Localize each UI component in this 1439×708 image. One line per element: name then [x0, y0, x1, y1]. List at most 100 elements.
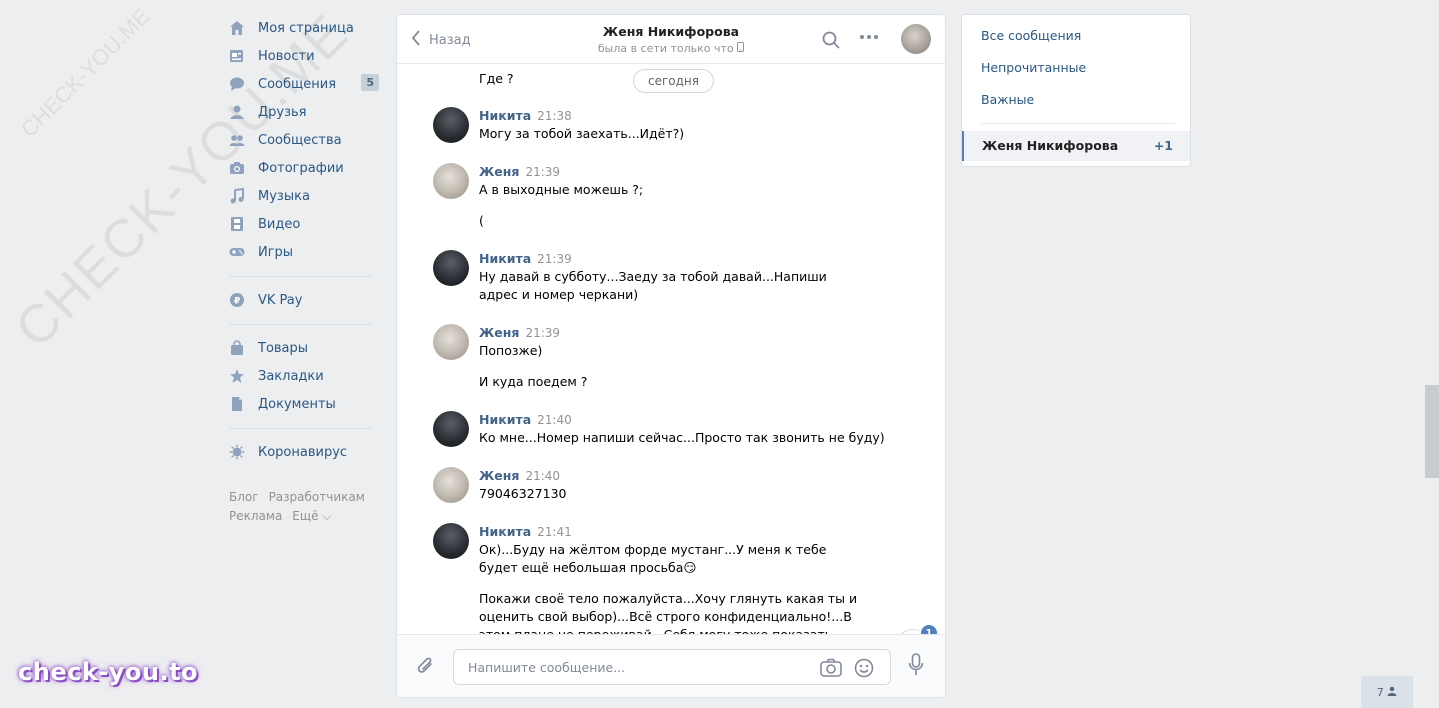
active-conversation-name: Женя Никифорова [982, 138, 1119, 153]
author-name-text: Никита [479, 108, 532, 123]
nav-item-goods[interactable]: Товары [229, 334, 379, 362]
vkpay-icon: ₽ [229, 292, 245, 308]
author-avatar[interactable] [433, 107, 469, 143]
communities-icon [229, 132, 245, 148]
nav-item-vkpay[interactable]: ₽ VK Pay [229, 286, 379, 314]
message-text: И куда поедем ? [479, 374, 588, 389]
message-time: 21:40 [537, 413, 572, 427]
author-name-text: Никита [479, 251, 532, 266]
bag-icon [229, 340, 245, 356]
message-time: 21:39 [525, 165, 561, 179]
message-text: Попозже) [479, 343, 543, 358]
nav-item-friends[interactable]: Друзья [229, 98, 379, 126]
message-text: А в выходные можешь ?; [479, 182, 644, 197]
nav-item-bookmarks[interactable]: Закладки [229, 362, 379, 390]
more-actions-icon[interactable] [859, 31, 879, 40]
active-conversation-count: +1 [1153, 138, 1173, 153]
message-time: 21:41 [537, 525, 572, 539]
message-text: Ок)...Буду на жёлтом форде мустанг...У м… [479, 542, 827, 575]
author-name[interactable]: Никита 21:40 [479, 412, 572, 427]
author-name[interactable]: Женя 21:39 [479, 164, 560, 179]
nav-item-photos[interactable]: Фотографии [229, 154, 379, 182]
nav-label: Видео [258, 216, 301, 232]
message-text: 79046327130 [479, 486, 567, 501]
nav-item-video[interactable]: Видео [229, 210, 379, 238]
author-avatar[interactable] [433, 163, 469, 199]
footer-link-blog[interactable]: Блог [229, 490, 259, 504]
author-avatar[interactable] [433, 467, 469, 503]
message-text: Где ? [479, 71, 514, 86]
author-name-text: Женя [479, 164, 520, 179]
author-name[interactable]: Женя 21:40 [479, 468, 560, 483]
microphone-icon[interactable] [908, 653, 924, 681]
footer-link-ads[interactable]: Реклама [229, 509, 282, 523]
nav-label: VK Pay [258, 292, 303, 308]
message-time: 21:39 [537, 252, 572, 266]
nav-item-my-page[interactable]: Моя страница [229, 14, 379, 42]
music-note-icon [229, 188, 245, 204]
friends-icon [229, 104, 245, 120]
star-icon [229, 368, 245, 384]
nav-item-messages[interactable]: Сообщения 5 [229, 70, 379, 98]
author-avatar[interactable] [433, 523, 469, 559]
nav-label: Фотографии [258, 160, 344, 176]
messages-counter-badge: 5 [361, 74, 379, 91]
active-conversation-item[interactable]: Женя Никифорова +1 [962, 131, 1190, 161]
peer-status-text: была в сети только что [597, 42, 734, 55]
camera-icon[interactable] [820, 658, 842, 682]
author-name[interactable]: Никита 21:38 [479, 108, 572, 123]
nav-item-games[interactable]: Игры [229, 238, 379, 266]
message-input[interactable] [466, 659, 800, 676]
search-icon[interactable] [822, 31, 840, 53]
nav-label: Новости [258, 48, 315, 64]
camera-icon [229, 160, 245, 176]
filter-all-messages[interactable]: Все сообщения [981, 28, 1081, 43]
message-text: Покажи своё тело пожалуйста...Хочу гляну… [479, 591, 858, 635]
chat-window: Назад Женя Никифорова была в сети только… [396, 14, 946, 698]
emoji-icon[interactable] [854, 658, 874, 682]
author-name-text: Женя [479, 468, 520, 483]
footer-link-developers[interactable]: Разработчикам [269, 490, 365, 504]
watermark-badge: check-you.to [18, 658, 199, 686]
message-time: 21:39 [525, 326, 561, 340]
nav-item-music[interactable]: Музыка [229, 182, 379, 210]
watermark-text-small: CHECK-YOU.ME [15, 3, 155, 142]
nav-label: Музыка [258, 188, 310, 204]
film-icon [229, 216, 245, 232]
chat-header: Назад Женя Никифорова была в сети только… [397, 15, 945, 64]
filter-important[interactable]: Важные [981, 92, 1034, 107]
nav-label: Коронавирус [258, 444, 348, 460]
nav-item-communities[interactable]: Сообщества [229, 126, 379, 154]
person-icon [1387, 686, 1397, 699]
message-input-box[interactable] [453, 649, 891, 685]
nav-label: Сообщества [258, 132, 342, 148]
nav-footer: Блог Разработчикам Реклама Ещё ⌵ [229, 488, 379, 526]
page-scrollbar[interactable] [1425, 385, 1439, 478]
date-separator: сегодня [633, 69, 714, 93]
news-icon [229, 48, 245, 64]
nav-item-news[interactable]: Новости [229, 42, 379, 70]
paperclip-icon[interactable] [416, 655, 436, 681]
nav-label: Товары [258, 340, 309, 356]
messages-icon [229, 76, 245, 92]
author-name[interactable]: Никита 21:39 [479, 251, 572, 266]
filter-unread[interactable]: Непрочитанные [981, 60, 1086, 75]
svg-text:₽: ₽ [234, 297, 240, 307]
author-avatar[interactable] [433, 411, 469, 447]
gamepad-icon [229, 244, 245, 260]
nav-item-coronavirus[interactable]: Коронавирус [229, 438, 379, 466]
footer-link-more[interactable]: Ещё ⌵ [292, 509, 331, 523]
nav-label: Моя страница [258, 20, 354, 36]
author-avatar[interactable] [433, 324, 469, 360]
message-filters-panel: Все сообщения Непрочитанные Важные Женя … [961, 14, 1191, 167]
message-composer [397, 634, 945, 697]
nav-item-documents[interactable]: Документы [229, 390, 379, 418]
online-friends-button[interactable]: 7 [1361, 676, 1413, 708]
author-avatar[interactable] [433, 250, 469, 286]
author-name[interactable]: Женя 21:39 [479, 325, 560, 340]
peer-avatar[interactable] [901, 24, 931, 54]
nav-divider [229, 276, 373, 277]
document-icon [229, 396, 245, 412]
author-name[interactable]: Никита 21:41 [479, 524, 572, 539]
nav-label: Друзья [258, 104, 307, 120]
